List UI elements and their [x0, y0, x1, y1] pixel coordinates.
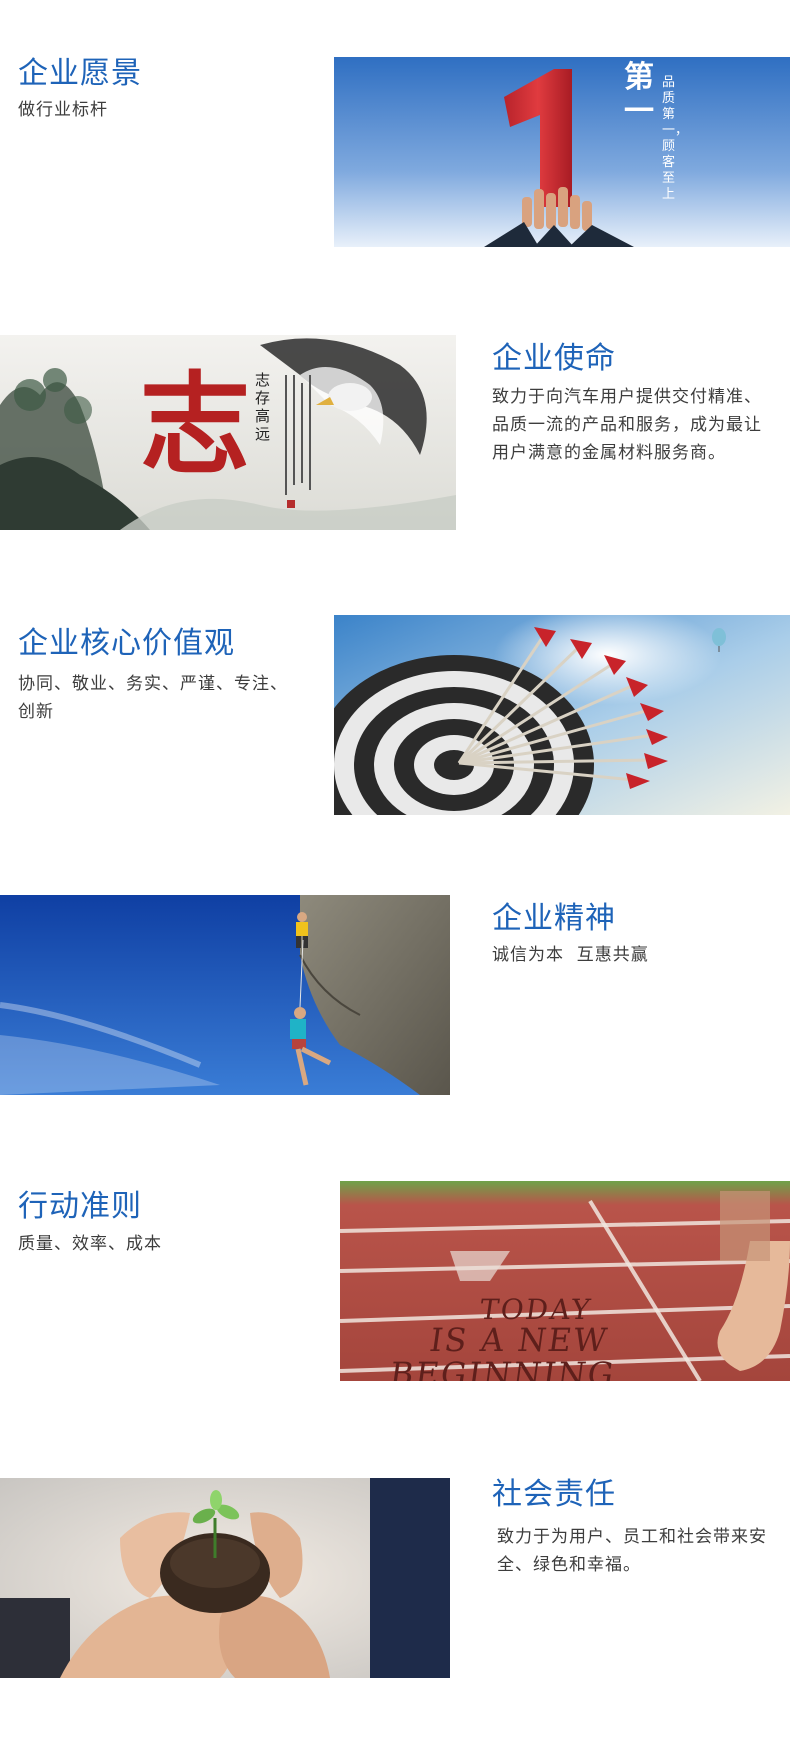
mission-text: 致力于向汽车用户提供交付精准、品质一流的产品和服务，成为最让用户满意的金属材料服…: [492, 387, 762, 463]
principles-image: TODAY IS A NEW BEGINNING: [340, 1181, 790, 1381]
section-principles: 行动准则 质量、效率、成本 TODAY IS A NEW BEGINNING: [0, 1150, 800, 1440]
mission-image-big-char: 志: [140, 360, 250, 489]
spirit-title: 企业精神: [492, 901, 616, 936]
section-responsibility: 社会责任 致力于为用户、员工和社会带来安全、绿色和幸福。: [0, 1440, 800, 1750]
vision-image-big-char: 第一: [624, 60, 654, 129]
responsibility-text: 致力于为用户、员工和社会带来安全、绿色和幸福。: [497, 1527, 767, 1575]
section-vision: 企业愿景 做行业标杆 第一 品质第一，顾客至上: [0, 0, 800, 270]
mission-image: 志 志存高远: [0, 335, 456, 530]
responsibility-image: [0, 1478, 450, 1678]
principles-text: 质量、效率、成本: [18, 1234, 162, 1254]
principles-image-line2: IS A NEW: [427, 1321, 611, 1359]
vision-image-vertical-text: 品质第一，顾客至上: [662, 75, 689, 202]
vision-image: 第一 品质第一，顾客至上: [334, 57, 790, 247]
values-text: 协同、敬业、务实、严谨、专注、创新: [18, 674, 288, 722]
section-values: 企业核心价值观 协同、敬业、务实、严谨、专注、创新: [0, 570, 800, 860]
values-image: [334, 615, 790, 815]
section-spirit: 企业精神 诚信为本 互惠共赢: [0, 860, 800, 1150]
spirit-text: 诚信为本 互惠共赢: [492, 945, 649, 965]
principles-image-line3: BEGINNING: [387, 1355, 618, 1381]
values-title: 企业核心价值观: [18, 626, 235, 661]
mission-image-calligraphy: 志存高远: [255, 371, 271, 443]
vision-title: 企业愿景: [18, 56, 142, 91]
responsibility-title: 社会责任: [492, 1477, 616, 1512]
mission-title: 企业使命: [492, 341, 616, 376]
vision-text: 做行业标杆: [18, 100, 108, 120]
section-mission: 志 志存高远 企业使命 致力于向汽车用户提供交付精准、品质一流的产品和服务，成为…: [0, 280, 800, 570]
principles-title: 行动准则: [18, 1189, 142, 1224]
spirit-image: [0, 895, 450, 1095]
